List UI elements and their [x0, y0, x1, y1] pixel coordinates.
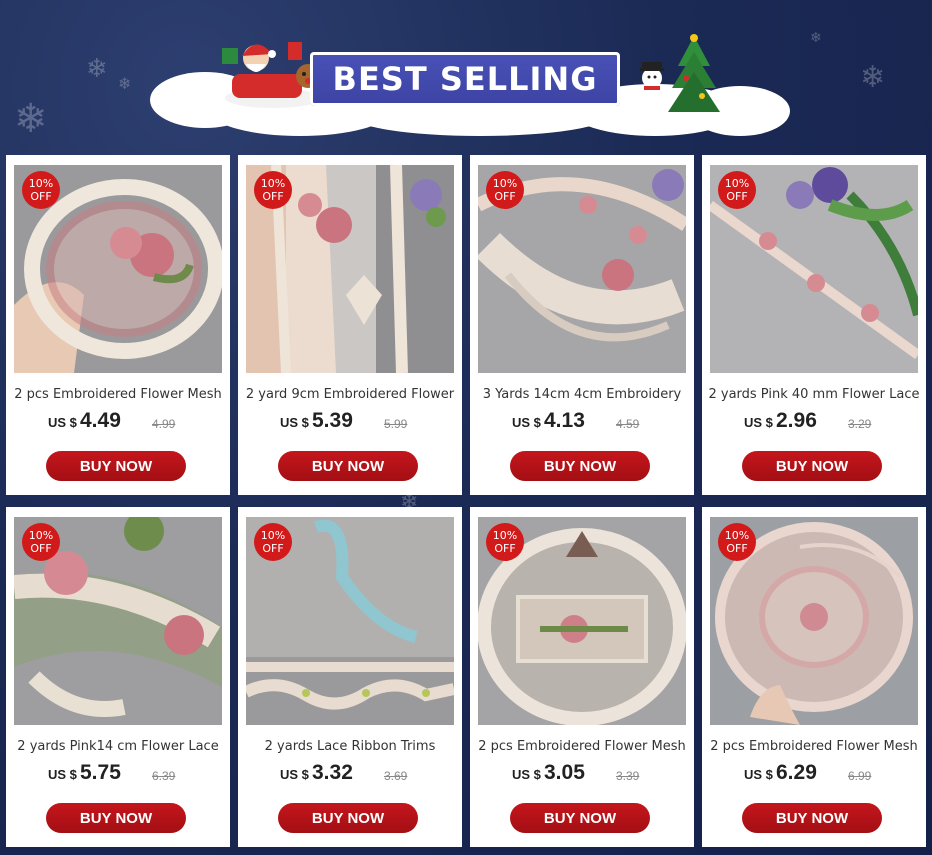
buy-now-button[interactable]: BUY NOW	[510, 451, 650, 481]
price-row: US $ 5.39 5.99	[238, 407, 462, 437]
product-title[interactable]: 2 yard 9cm Embroidered Flower	[244, 387, 456, 402]
buy-now-button[interactable]: BUY NOW	[742, 451, 882, 481]
product-card[interactable]: 10% OFF 3 Yards 14cm 4cm Embroidery US $ …	[470, 155, 694, 495]
discount-badge: 10% OFF	[718, 523, 756, 561]
product-image[interactable]: 10% OFF	[246, 165, 454, 373]
price-row: US $ 2.96 3.29	[702, 407, 926, 437]
discount-badge: 10% OFF	[254, 171, 292, 209]
product-title[interactable]: 2 yards Pink 40 mm Flower Lace	[708, 387, 920, 402]
currency-label: US $	[48, 767, 77, 782]
discount-badge: 10% OFF	[254, 523, 292, 561]
original-price: 5.99	[384, 417, 408, 431]
sale-price: 5.39	[312, 409, 353, 432]
original-price: 4.59	[616, 417, 640, 431]
product-card[interactable]: 10% OFF 2 yards Pink14 cm Flower Lace US …	[6, 507, 230, 847]
price-row: US $ 6.29 6.99	[702, 759, 926, 789]
product-image[interactable]: 10% OFF	[14, 517, 222, 725]
snowflake-icon: ❄	[810, 30, 822, 46]
currency-label: US $	[512, 415, 541, 430]
discount-badge: 10% OFF	[22, 523, 60, 561]
discount-badge: 10% OFF	[22, 171, 60, 209]
currency-label: US $	[512, 767, 541, 782]
price-row: US $ 3.05 3.39	[470, 759, 694, 789]
discount-badge: 10% OFF	[486, 523, 524, 561]
product-card[interactable]: 10% OFF 2 pcs Embroidered Flower Mesh US …	[702, 507, 926, 847]
discount-badge: 10% OFF	[718, 171, 756, 209]
sale-price: 2.96	[776, 409, 817, 432]
snowflake-icon: ❄	[860, 60, 886, 95]
banner-title: BEST SELLING	[332, 60, 598, 98]
currency-label: US $	[744, 767, 773, 782]
sale-price: 6.29	[776, 761, 817, 784]
price-row: US $ 4.13 4.59	[470, 407, 694, 437]
currency-label: US $	[280, 415, 309, 430]
original-price: 3.29	[848, 417, 872, 431]
original-price: 3.39	[616, 769, 640, 783]
best-selling-banner: BEST SELLING	[150, 28, 790, 140]
product-card[interactable]: 10% OFF 2 yard 9cm Embroidered Flower US …	[238, 155, 462, 495]
product-image[interactable]: 10% OFF	[478, 165, 686, 373]
product-card[interactable]: 10% OFF 2 pcs Embroidered Flower Mesh US …	[470, 507, 694, 847]
original-price: 3.69	[384, 769, 408, 783]
original-price: 6.99	[848, 769, 872, 783]
currency-label: US $	[744, 415, 773, 430]
snowflake-icon: ❄	[118, 74, 132, 93]
product-image[interactable]: 10% OFF	[710, 517, 918, 725]
snowflake-icon: ❄	[14, 96, 48, 142]
price-row: US $ 3.32 3.69	[238, 759, 462, 789]
price-row: US $ 4.49 4.99	[6, 407, 230, 437]
buy-now-button[interactable]: BUY NOW	[46, 451, 186, 481]
original-price: 4.99	[152, 417, 176, 431]
product-image[interactable]: 10% OFF	[710, 165, 918, 373]
product-card[interactable]: 10% OFF 2 yards Lace Ribbon Trims US $ 3.…	[238, 507, 462, 847]
product-card[interactable]: 10% OFF 2 yards Pink 40 mm Flower Lace US…	[702, 155, 926, 495]
snowflake-icon: ❄	[86, 54, 108, 84]
discount-badge: 10% OFF	[486, 171, 524, 209]
product-title[interactable]: 2 pcs Embroidered Flower Mesh	[708, 739, 920, 754]
sale-price: 5.75	[80, 761, 121, 784]
price-row: US $ 5.75 6.39	[6, 759, 230, 789]
product-title[interactable]: 2 yards Lace Ribbon Trims	[244, 739, 456, 754]
currency-label: US $	[48, 415, 77, 430]
product-image[interactable]: 10% OFF	[478, 517, 686, 725]
buy-now-button[interactable]: BUY NOW	[742, 803, 882, 833]
product-title[interactable]: 3 Yards 14cm 4cm Embroidery	[476, 387, 688, 402]
sale-price: 4.49	[80, 409, 121, 432]
buy-now-button[interactable]: BUY NOW	[278, 803, 418, 833]
product-title[interactable]: 2 pcs Embroidered Flower Mesh	[476, 739, 688, 754]
banner-ribbon: BEST SELLING	[310, 52, 620, 106]
sale-price: 3.05	[544, 761, 585, 784]
christmas-tree-snowman-icon	[638, 34, 720, 116]
sale-price: 4.13	[544, 409, 585, 432]
buy-now-button[interactable]: BUY NOW	[510, 803, 650, 833]
buy-now-button[interactable]: BUY NOW	[278, 451, 418, 481]
sale-price: 3.32	[312, 761, 353, 784]
product-card[interactable]: 10% OFF 2 pcs Embroidered Flower Mesh US …	[6, 155, 230, 495]
buy-now-button[interactable]: BUY NOW	[46, 803, 186, 833]
product-image[interactable]: 10% OFF	[246, 517, 454, 725]
original-price: 6.39	[152, 769, 176, 783]
product-image[interactable]: 10% OFF	[14, 165, 222, 373]
product-title[interactable]: 2 pcs Embroidered Flower Mesh	[12, 387, 224, 402]
product-title[interactable]: 2 yards Pink14 cm Flower Lace	[12, 739, 224, 754]
currency-label: US $	[280, 767, 309, 782]
